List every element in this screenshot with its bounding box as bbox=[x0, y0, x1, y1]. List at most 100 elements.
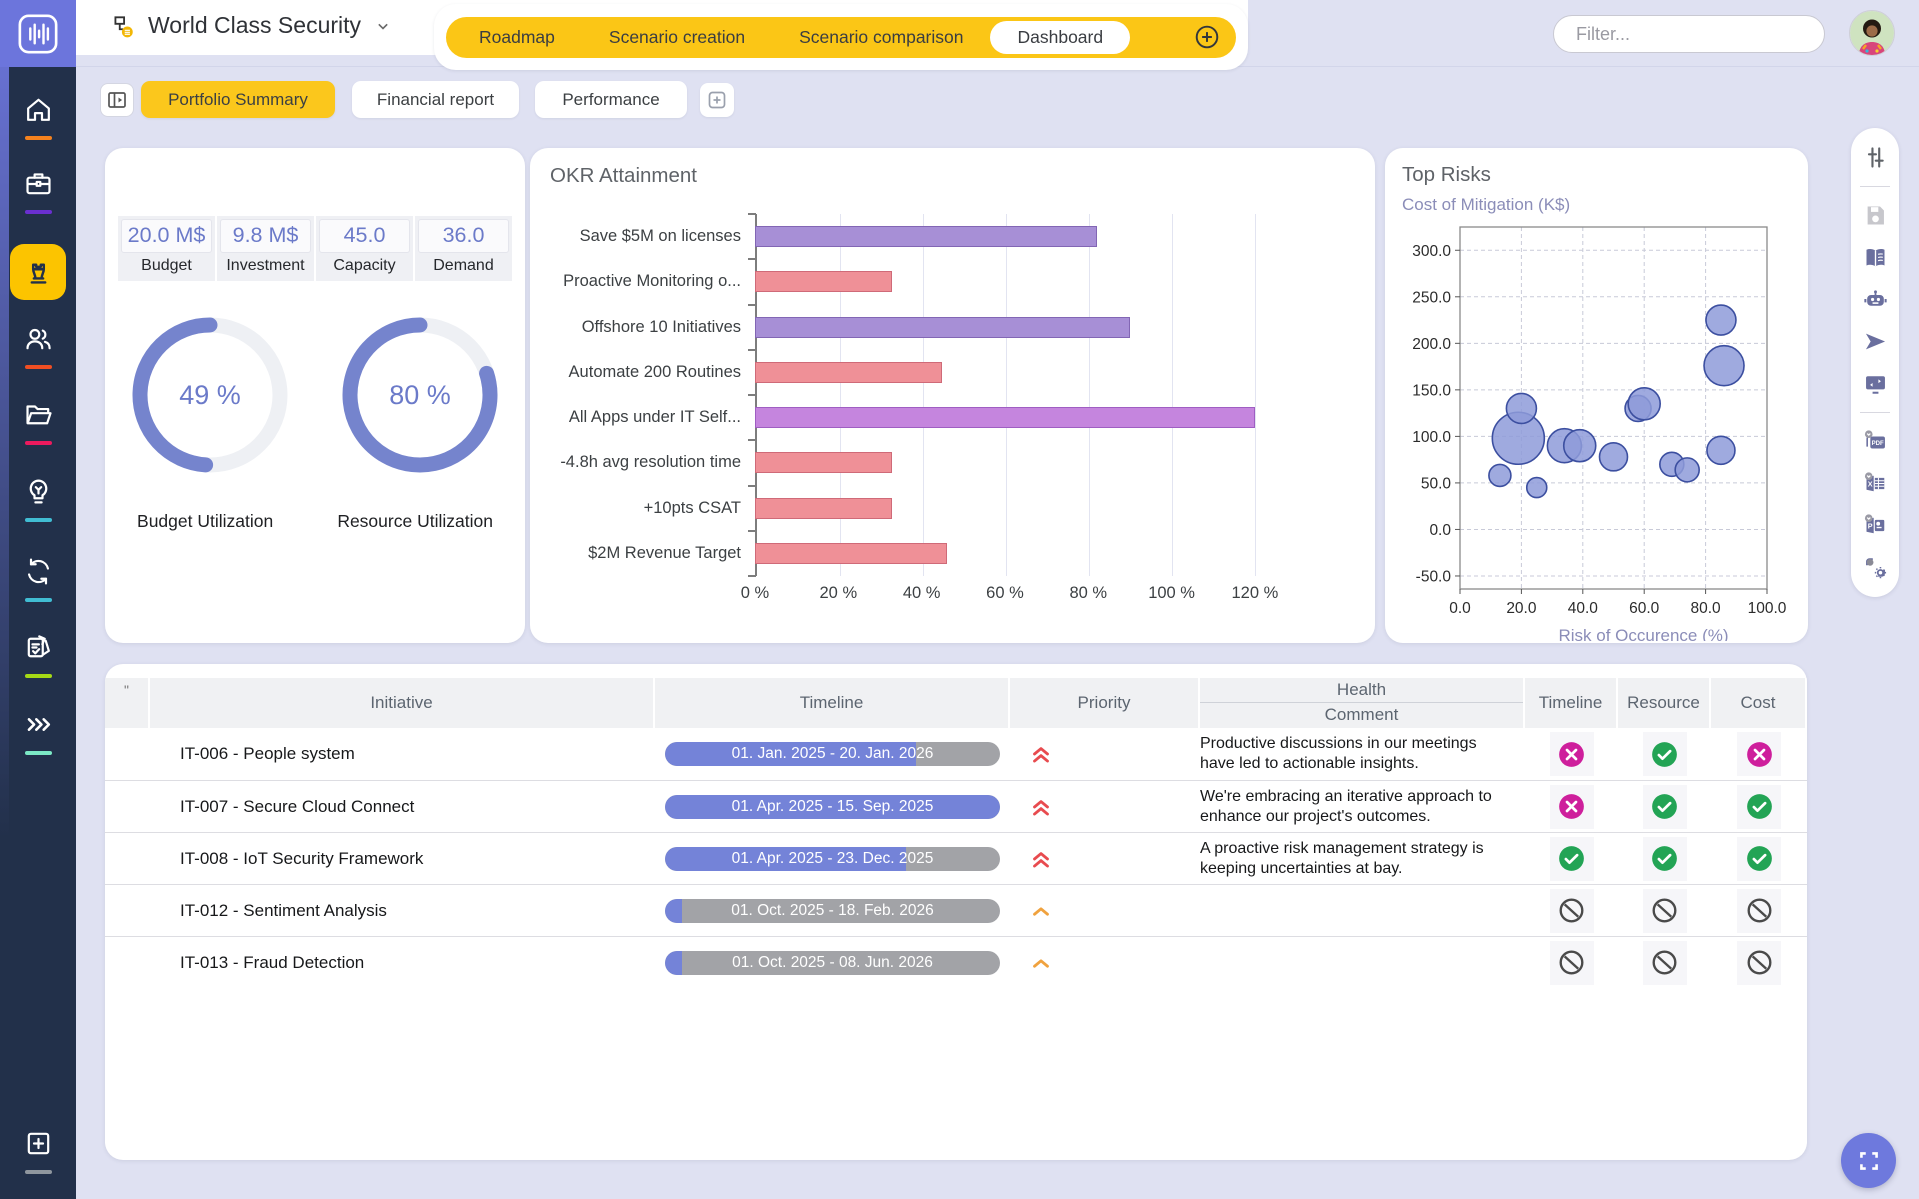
filter-input[interactable] bbox=[1553, 15, 1825, 53]
tab-scenario-comparison[interactable]: Scenario comparison bbox=[772, 21, 990, 54]
add-view-button[interactable] bbox=[700, 83, 734, 117]
portfolio-switcher[interactable]: World Class Security bbox=[110, 12, 393, 39]
risk-bubble[interactable] bbox=[1527, 478, 1547, 498]
health-bad-icon[interactable] bbox=[1558, 741, 1585, 768]
health-comment[interactable]: We're embracing an iterative approach to… bbox=[1200, 781, 1525, 832]
sidebar-item-home[interactable] bbox=[0, 94, 76, 140]
okr-bar[interactable] bbox=[755, 317, 1130, 338]
priority-column-header[interactable]: Priority bbox=[1010, 678, 1200, 728]
initiative-name[interactable]: IT-007 - Secure Cloud Connect bbox=[150, 781, 655, 832]
okr-bar[interactable] bbox=[755, 452, 892, 473]
risk-bubble[interactable] bbox=[1707, 436, 1735, 464]
subtab-portfolio-summary[interactable]: Portfolio Summary bbox=[141, 81, 335, 118]
okr-bar[interactable] bbox=[755, 498, 892, 519]
health-bad-icon[interactable] bbox=[1558, 793, 1585, 820]
health-good-icon[interactable] bbox=[1746, 845, 1773, 872]
timeline-bar[interactable]: 01. Apr. 2025 - 15. Sep. 2025 bbox=[665, 795, 1000, 819]
timeline-bar[interactable]: 01. Apr. 2025 - 23. Dec. 2025 bbox=[665, 847, 1000, 871]
priority-cell[interactable] bbox=[1010, 781, 1200, 832]
tab-scenario-creation[interactable]: Scenario creation bbox=[582, 21, 772, 54]
okr-bar[interactable] bbox=[755, 271, 892, 292]
timeline-bar[interactable]: 01. Oct. 2025 - 18. Feb. 2026 bbox=[665, 899, 1000, 923]
sidebar-item-add[interactable] bbox=[0, 1128, 76, 1174]
health-comment[interactable] bbox=[1200, 937, 1525, 988]
health-none-icon[interactable] bbox=[1746, 949, 1773, 976]
priority-cell[interactable] bbox=[1010, 833, 1200, 884]
kpi-tile-capacity[interactable]: 45.0 Capacity bbox=[316, 216, 413, 281]
health-resource-column-header[interactable]: Resource bbox=[1618, 678, 1711, 728]
health-none-icon[interactable] bbox=[1651, 897, 1678, 924]
health-comment[interactable]: Productive discussions in our meetings h… bbox=[1200, 728, 1525, 780]
health-none-icon[interactable] bbox=[1746, 897, 1773, 924]
initiative-name[interactable]: IT-006 - People system bbox=[150, 728, 655, 780]
priority-cell[interactable] bbox=[1010, 937, 1200, 988]
health-timeline-column-header[interactable]: Timeline bbox=[1525, 678, 1618, 728]
health-comment[interactable] bbox=[1200, 885, 1525, 936]
sidebar-item-folder-open[interactable] bbox=[0, 399, 76, 445]
health-none-icon[interactable] bbox=[1651, 949, 1678, 976]
risk-bubble[interactable] bbox=[1704, 346, 1744, 386]
expander-column-header[interactable]: " bbox=[105, 678, 150, 728]
tab-dashboard[interactable]: Dashboard bbox=[990, 21, 1130, 54]
health-comment-column-header[interactable]: Health Comment bbox=[1200, 678, 1525, 728]
table-row[interactable]: IT-013 - Fraud Detection 01. Oct. 2025 -… bbox=[105, 936, 1807, 988]
priority-cell[interactable] bbox=[1010, 728, 1200, 780]
health-comment[interactable]: A proactive risk management strategy is … bbox=[1200, 833, 1525, 884]
kpi-tile-budget[interactable]: 20.0 M$ Budget bbox=[118, 216, 215, 281]
risk-bubble[interactable] bbox=[1489, 464, 1511, 486]
sidebar-item-people[interactable] bbox=[0, 323, 76, 369]
fullscreen-button[interactable] bbox=[1841, 1133, 1896, 1188]
sidebar-item-sync[interactable] bbox=[0, 556, 76, 602]
book-icon[interactable] bbox=[1862, 244, 1889, 271]
okr-bar[interactable] bbox=[755, 226, 1097, 247]
export-pdf-icon[interactable]: PDF bbox=[1862, 428, 1889, 455]
health-good-icon[interactable] bbox=[1651, 793, 1678, 820]
kpi-tile-investment[interactable]: 9.8 M$ Investment bbox=[217, 216, 314, 281]
presentation-icon[interactable] bbox=[1862, 370, 1889, 397]
health-bad-icon[interactable] bbox=[1746, 741, 1773, 768]
export-powerpoint-icon[interactable]: P bbox=[1862, 512, 1889, 539]
health-good-icon[interactable] bbox=[1558, 845, 1585, 872]
health-good-icon[interactable] bbox=[1651, 741, 1678, 768]
okr-bar[interactable] bbox=[755, 407, 1255, 428]
priority-cell[interactable] bbox=[1010, 885, 1200, 936]
send-icon[interactable] bbox=[1862, 328, 1889, 355]
sidebar-item-clipboard-check[interactable] bbox=[0, 632, 76, 678]
timeline-bar[interactable]: 01. Jan. 2025 - 20. Jan. 2026 bbox=[665, 742, 1000, 766]
avatar[interactable] bbox=[1849, 10, 1895, 56]
timeline-column-header[interactable]: Timeline bbox=[655, 678, 1010, 728]
subtab-performance[interactable]: Performance bbox=[535, 81, 687, 118]
app-logo[interactable] bbox=[0, 0, 76, 67]
initiative-name[interactable]: IT-008 - IoT Security Framework bbox=[150, 833, 655, 884]
add-tab-icon[interactable] bbox=[1194, 24, 1220, 50]
initiative-name[interactable]: IT-013 - Fraud Detection bbox=[150, 937, 655, 988]
risk-bubble[interactable] bbox=[1675, 458, 1699, 482]
save-icon[interactable] bbox=[1862, 202, 1889, 229]
health-none-icon[interactable] bbox=[1558, 949, 1585, 976]
health-none-icon[interactable] bbox=[1558, 897, 1585, 924]
sidebar-item-briefcase[interactable] bbox=[0, 168, 76, 214]
risk-bubble[interactable] bbox=[1564, 430, 1596, 462]
sidebar-item-strategy-chess[interactable] bbox=[0, 244, 76, 300]
integration-settings-icon[interactable] bbox=[1862, 554, 1889, 581]
risk-bubble[interactable] bbox=[1600, 443, 1628, 471]
health-good-icon[interactable] bbox=[1651, 845, 1678, 872]
robot-icon[interactable] bbox=[1862, 286, 1889, 313]
tune-icon[interactable] bbox=[1862, 144, 1889, 171]
table-row[interactable]: IT-008 - IoT Security Framework 01. Apr.… bbox=[105, 832, 1807, 884]
okr-bar[interactable] bbox=[755, 362, 942, 383]
timeline-bar[interactable]: 01. Oct. 2025 - 08. Jun. 2026 bbox=[665, 951, 1000, 975]
kpi-tile-demand[interactable]: 36.0 Demand bbox=[415, 216, 512, 281]
subtab-financial-report[interactable]: Financial report bbox=[352, 81, 519, 118]
table-row[interactable]: IT-007 - Secure Cloud Connect 01. Apr. 2… bbox=[105, 780, 1807, 832]
risk-bubble[interactable] bbox=[1628, 388, 1660, 420]
sidebar-item-triple-chevron[interactable] bbox=[0, 709, 76, 755]
table-row[interactable]: IT-012 - Sentiment Analysis 01. Oct. 202… bbox=[105, 884, 1807, 936]
health-cost-column-header[interactable]: Cost bbox=[1711, 678, 1807, 728]
initiative-column-header[interactable]: Initiative bbox=[150, 678, 655, 728]
initiative-name[interactable]: IT-012 - Sentiment Analysis bbox=[150, 885, 655, 936]
table-row[interactable]: IT-006 - People system 01. Jan. 2025 - 2… bbox=[105, 728, 1807, 780]
okr-bar[interactable] bbox=[755, 543, 947, 564]
panel-toggle-button[interactable] bbox=[100, 83, 134, 117]
sidebar-item-lightbulb[interactable] bbox=[0, 476, 76, 522]
